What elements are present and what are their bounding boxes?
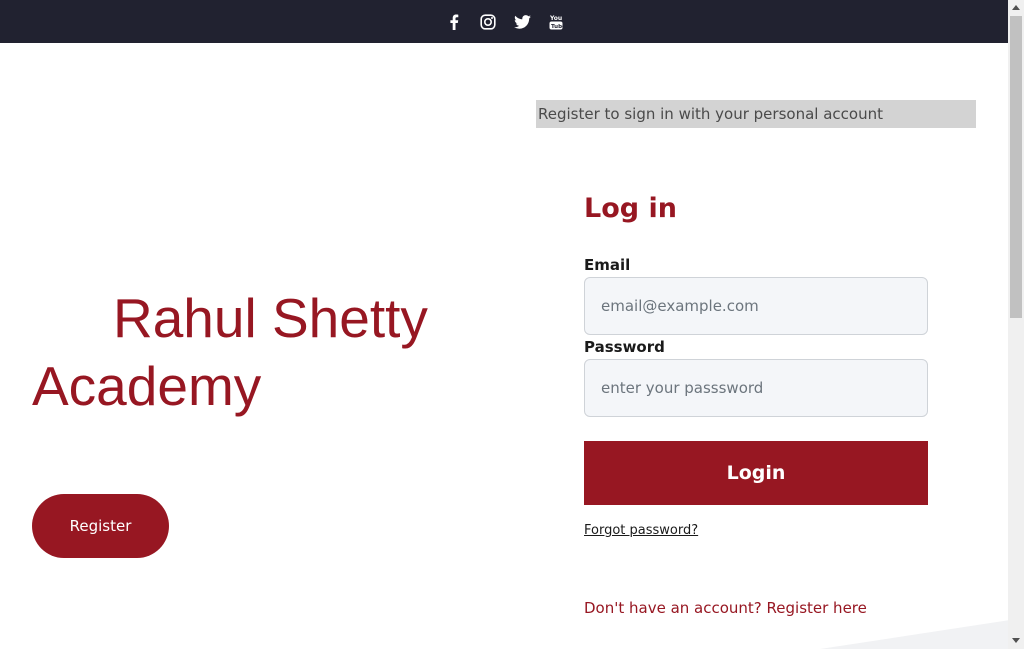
vertical-scrollbar[interactable] [1008,0,1024,649]
twitter-icon[interactable] [513,13,531,31]
password-field[interactable] [584,359,928,417]
svg-text:You: You [549,15,562,22]
social-links: You Tube [445,13,565,31]
email-label: Email [584,256,631,274]
forgot-password-link[interactable]: Forgot password? [584,523,698,538]
facebook-icon[interactable] [445,13,463,31]
brand-line-1: Rahul Shetty [113,287,428,349]
email-field[interactable] [584,277,928,335]
scroll-up-arrow-icon[interactable] [1012,5,1020,10]
login-title: Log in [584,193,677,224]
register-here-link[interactable]: Don't have an account? Register here [584,599,867,617]
svg-text:Tube: Tube [551,24,563,30]
brand-title: Rahul Shetty Academy [32,284,472,420]
register-button[interactable]: Register [32,494,169,558]
scroll-down-arrow-icon[interactable] [1012,638,1020,643]
register-banner: Register to sign in with your personal a… [536,100,976,128]
password-label: Password [584,338,665,356]
brand-line-2: Academy [32,355,262,417]
decorative-corner [820,620,1010,649]
login-button[interactable]: Login [584,441,928,505]
scroll-thumb[interactable] [1010,16,1022,318]
top-social-bar: You Tube [0,0,1008,43]
instagram-icon[interactable] [479,13,497,31]
youtube-icon[interactable]: You Tube [547,13,565,31]
